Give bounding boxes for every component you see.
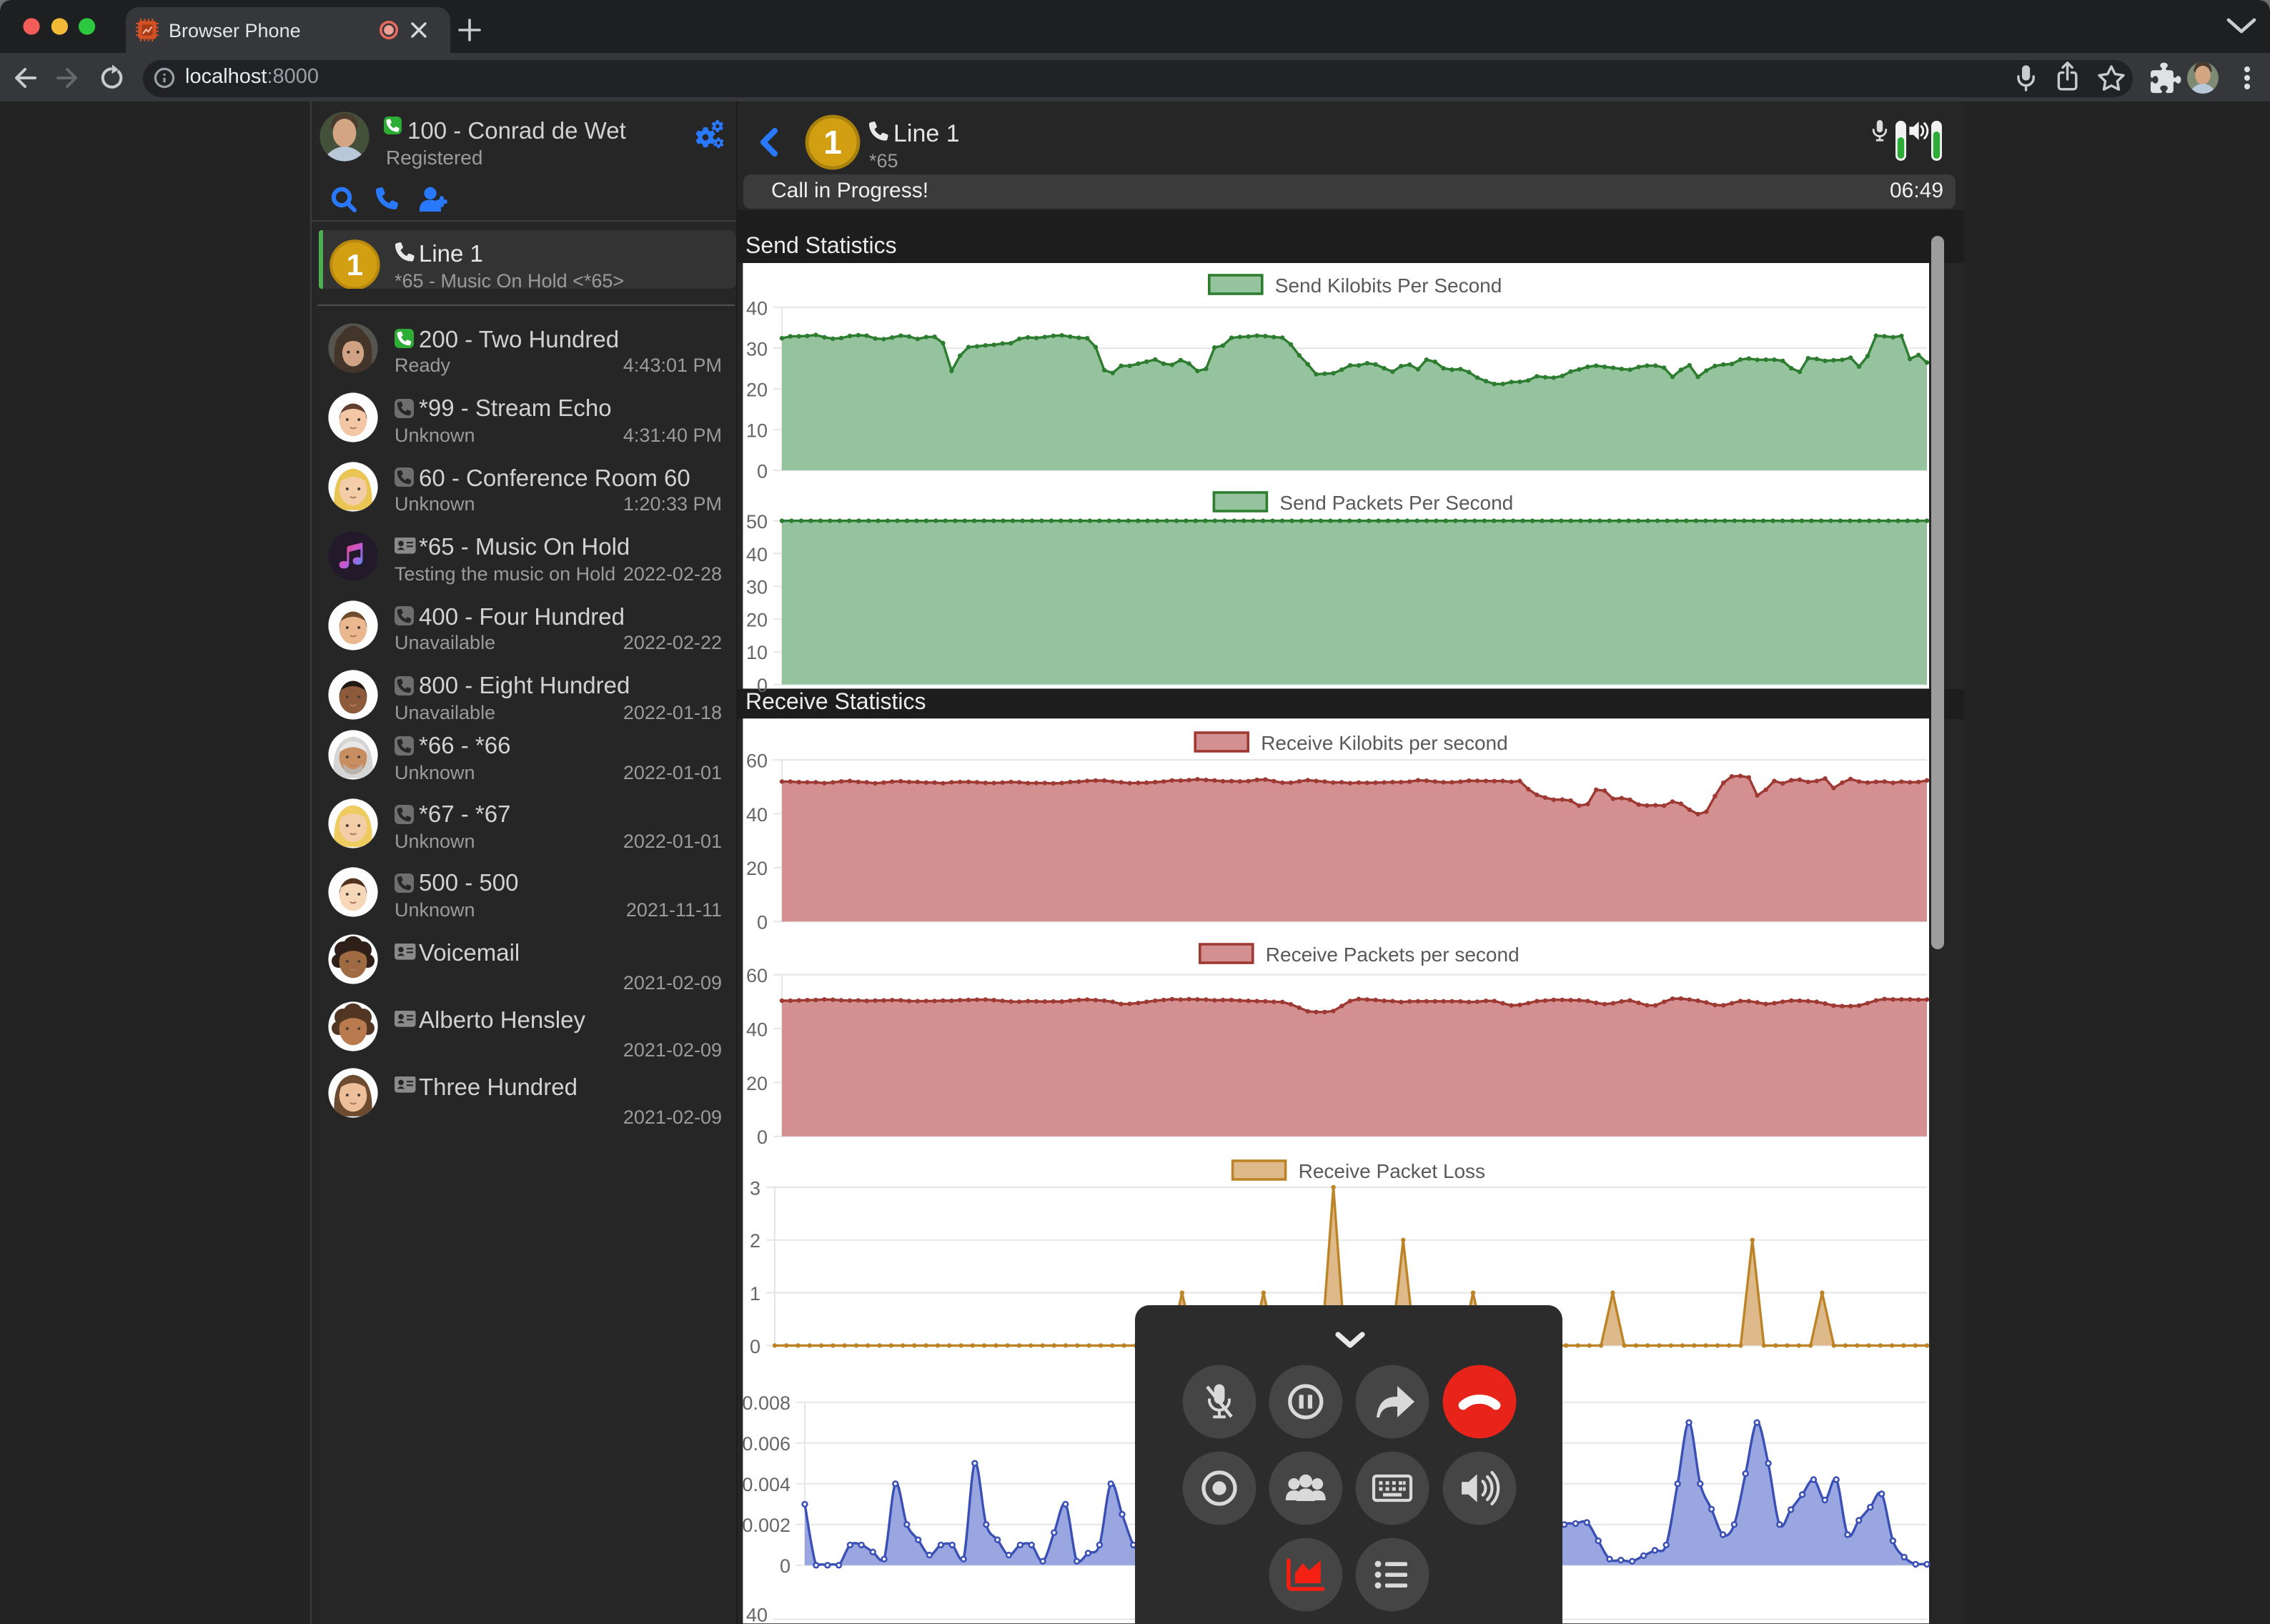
svg-text:40: 40 <box>746 297 768 319</box>
svg-text:30: 30 <box>746 338 768 360</box>
svg-text:40: 40 <box>746 804 768 826</box>
svg-text:2: 2 <box>750 1230 760 1252</box>
svg-text:60: 60 <box>746 965 768 986</box>
svg-text:20: 20 <box>746 858 768 879</box>
svg-text:20: 20 <box>746 1073 768 1094</box>
svg-text:0: 0 <box>757 912 768 934</box>
svg-text:1: 1 <box>750 1283 760 1304</box>
svg-text:1: 1 <box>823 124 842 161</box>
svg-text:30: 30 <box>746 577 768 598</box>
svg-text:Send Packets Per Second: Send Packets Per Second <box>1279 492 1513 514</box>
svg-text:0: 0 <box>757 1127 768 1148</box>
svg-text:10: 10 <box>746 420 768 441</box>
svg-text:Receive Packet Loss: Receive Packet Loss <box>1299 1160 1485 1182</box>
svg-text:10: 10 <box>746 642 768 663</box>
svg-text:20: 20 <box>746 609 768 630</box>
svg-text:0: 0 <box>750 1336 760 1357</box>
svg-text:0.004: 0.004 <box>742 1474 790 1495</box>
svg-text:0.002: 0.002 <box>742 1515 790 1536</box>
svg-text:40: 40 <box>746 1604 768 1623</box>
svg-text:0.006: 0.006 <box>742 1433 790 1455</box>
svg-text:0: 0 <box>757 460 768 482</box>
svg-text:Receive Packets per second: Receive Packets per second <box>1266 944 1520 966</box>
svg-text:50: 50 <box>746 511 768 533</box>
svg-text:3: 3 <box>750 1177 760 1199</box>
svg-text:40: 40 <box>746 1019 768 1040</box>
svg-text:Send Kilobits Per Second: Send Kilobits Per Second <box>1275 274 1502 297</box>
svg-text:0.008: 0.008 <box>742 1392 790 1414</box>
svg-text:0: 0 <box>780 1555 790 1577</box>
svg-text:40: 40 <box>746 544 768 565</box>
svg-text:20: 20 <box>746 379 768 400</box>
svg-text:Receive Kilobits per second: Receive Kilobits per second <box>1261 732 1508 754</box>
svg-text:60: 60 <box>746 750 768 771</box>
